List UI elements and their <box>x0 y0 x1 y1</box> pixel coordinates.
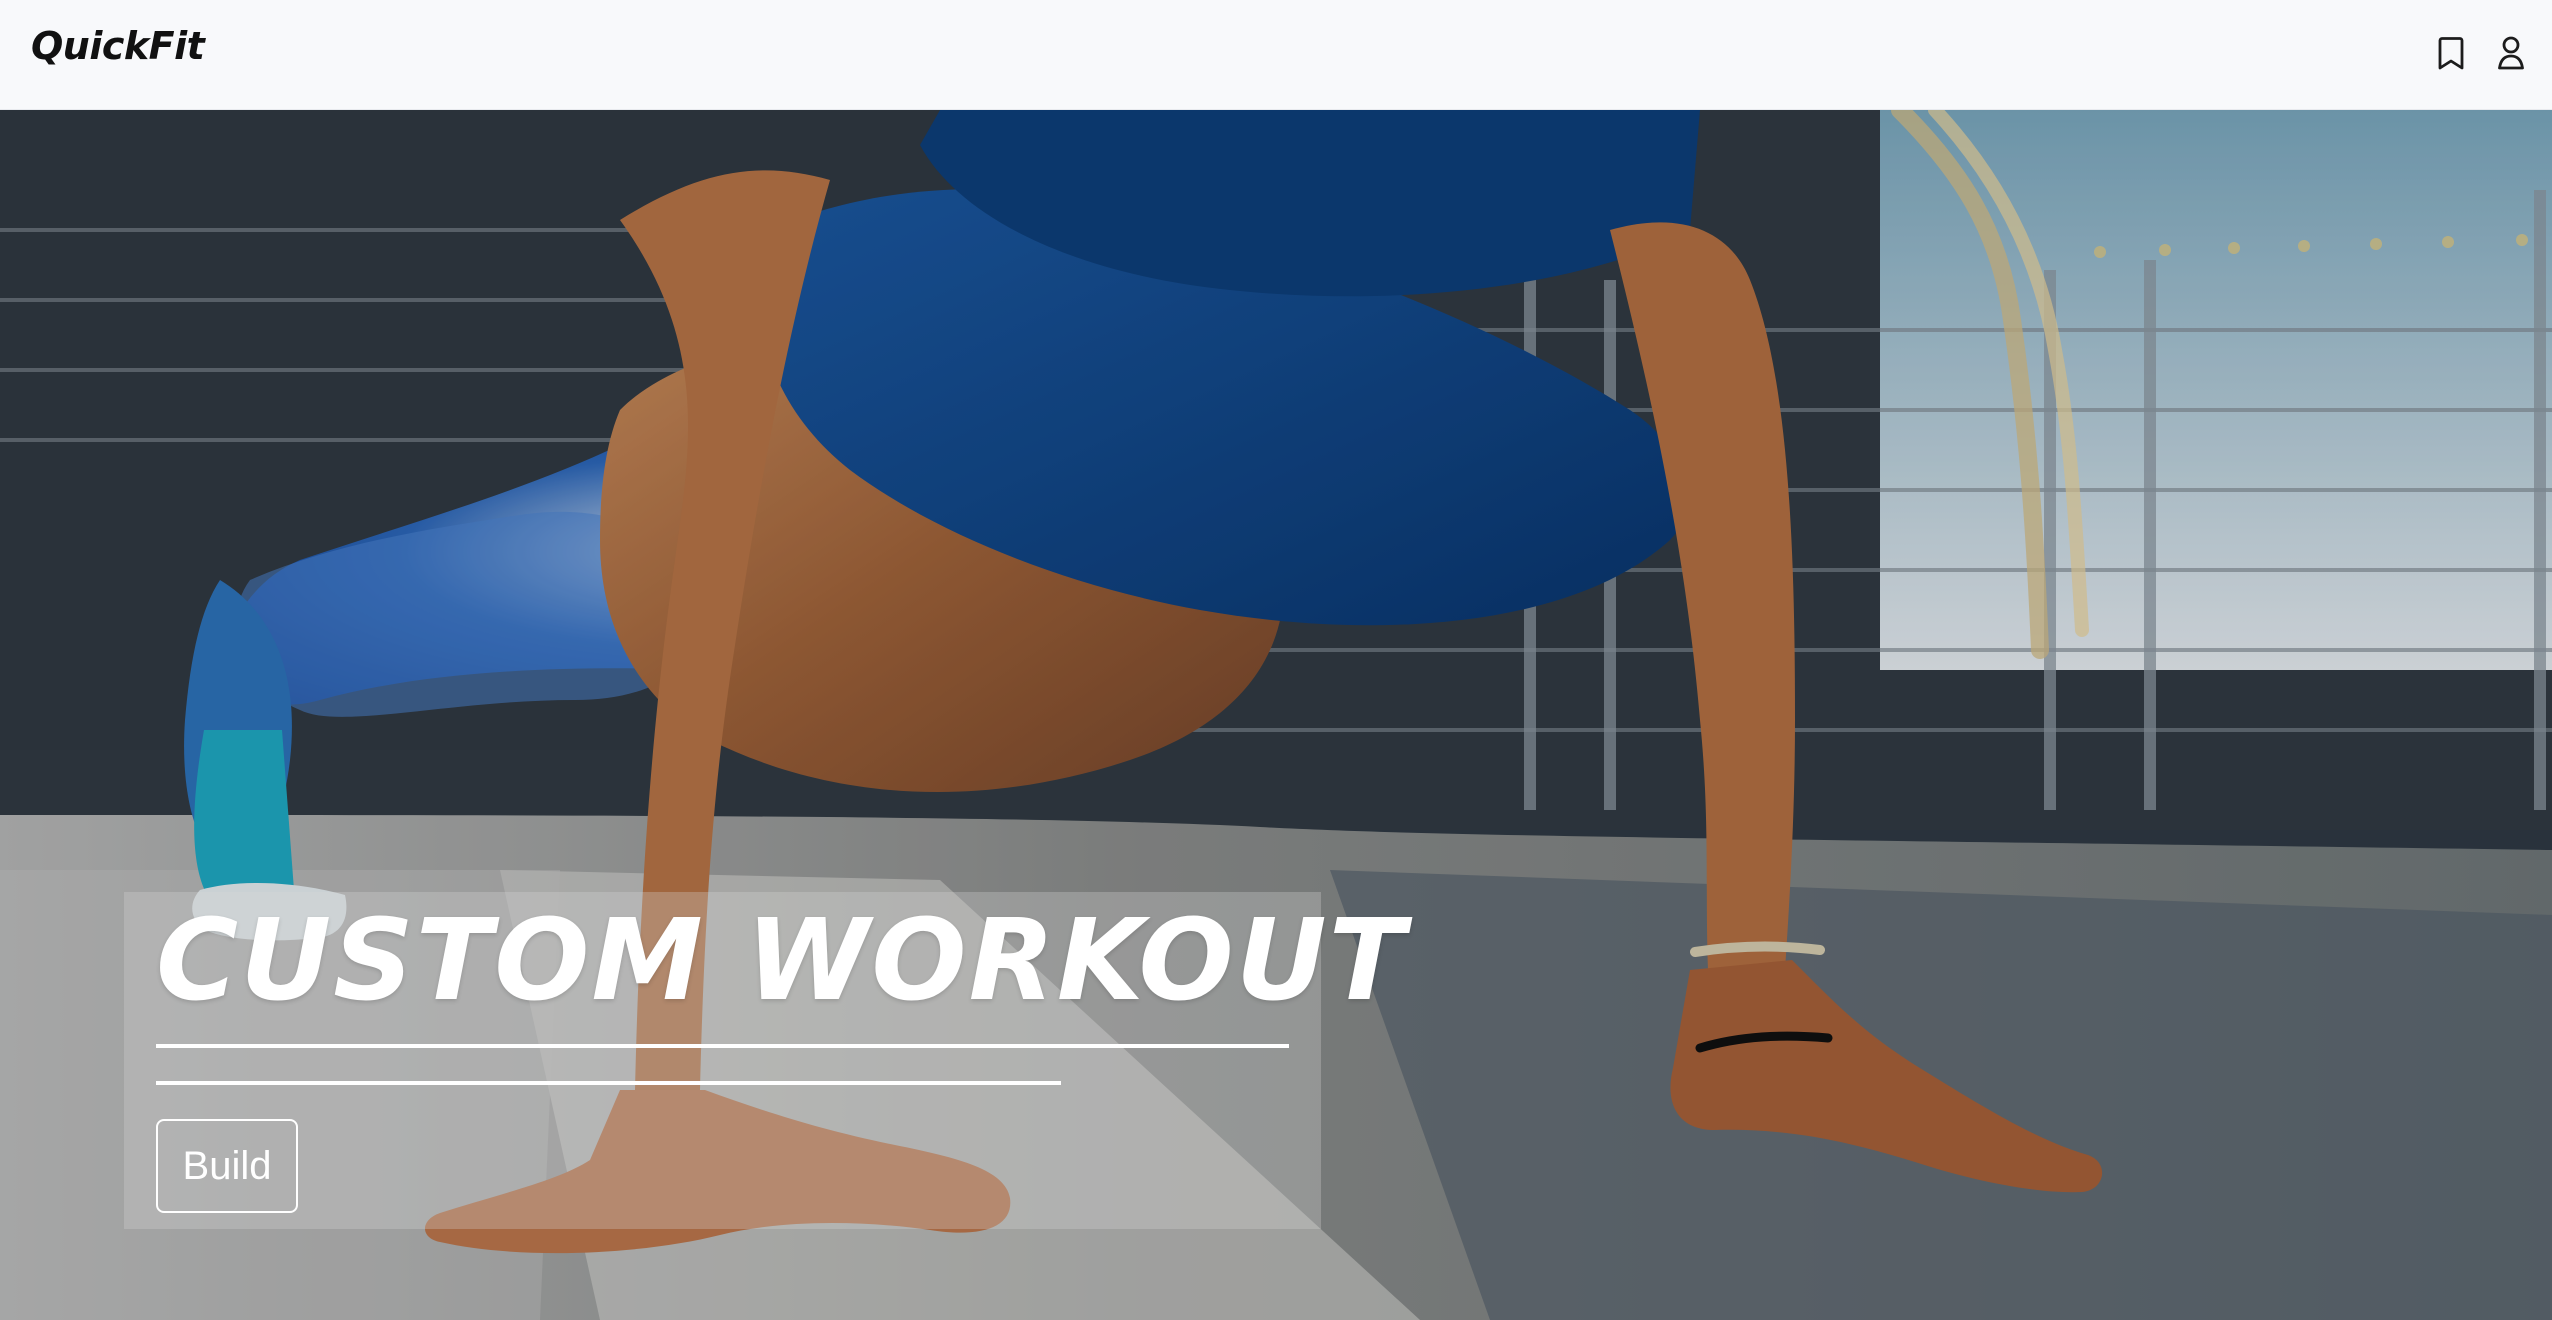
build-button[interactable]: Build <box>156 1119 298 1213</box>
user-icon[interactable] <box>2494 34 2528 72</box>
bookmark-icon[interactable] <box>2434 34 2468 72</box>
hero-title-underline-short <box>156 1081 1061 1085</box>
hero-section: CUSTOM WORKOUT Build <box>0 110 2552 1320</box>
hero-title: CUSTOM WORKOUT <box>156 896 1408 1026</box>
top-navigation: QuickFit <box>0 0 2552 110</box>
hero-title-underline-long <box>156 1044 1289 1048</box>
hero-cta-panel: CUSTOM WORKOUT Build <box>124 892 1405 1229</box>
header-actions <box>2434 34 2528 72</box>
brand-logo[interactable]: QuickFit <box>31 24 205 68</box>
